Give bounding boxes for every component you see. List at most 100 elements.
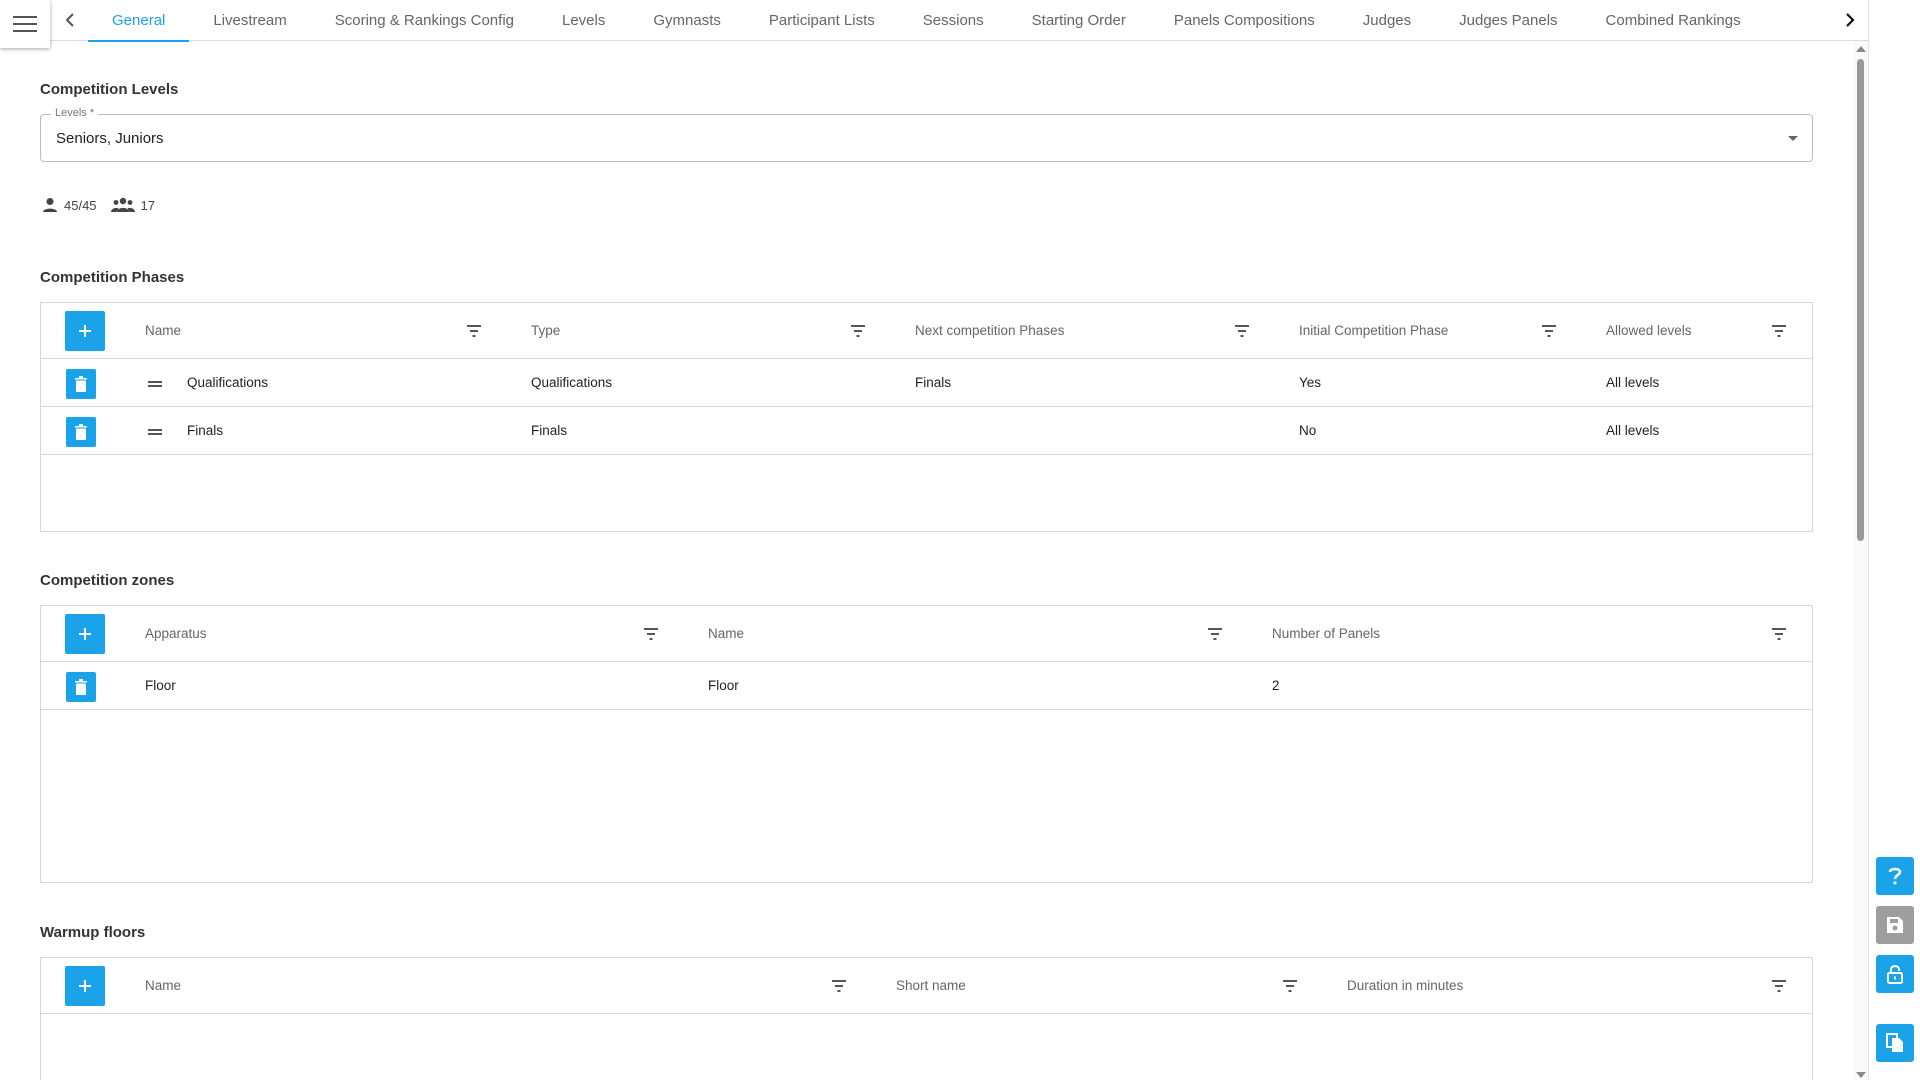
- column-header-apparatus[interactable]: Apparatus: [145, 626, 207, 641]
- copy-icon: [1886, 1033, 1903, 1052]
- competition-zones-title: Competition zones: [40, 572, 175, 589]
- person-icon: [43, 198, 57, 212]
- phase-initial-cell: No: [1299, 423, 1317, 438]
- team-count: 17: [110, 197, 156, 213]
- drag-handle-icon[interactable]: [148, 429, 162, 435]
- filter-icon[interactable]: [1772, 628, 1786, 640]
- drag-handle-icon[interactable]: [148, 381, 162, 387]
- competition-phases-title: Competition Phases: [40, 269, 185, 286]
- add-phase-button[interactable]: [65, 311, 105, 351]
- main-menu-button[interactable]: [0, 0, 50, 48]
- plus-icon: [79, 980, 91, 992]
- warmup-floors-table: Name Short name Duration in minutes: [40, 957, 1813, 1080]
- table-header: Name Type Next competition Phases Initia…: [41, 303, 1812, 359]
- participant-stats: 45/45 17: [42, 197, 169, 213]
- scroll-up-arrow-icon[interactable]: [1856, 46, 1866, 52]
- delete-phase-button[interactable]: [66, 369, 96, 399]
- zone-panels-cell: 2: [1272, 678, 1280, 693]
- column-header-allowed-levels[interactable]: Allowed levels: [1606, 323, 1692, 338]
- phase-initial-cell: Yes: [1299, 375, 1322, 390]
- levels-select[interactable]: Levels * Seniors, Juniors: [40, 107, 1813, 162]
- tabs-prev-button[interactable]: [55, 6, 85, 34]
- phase-levels-cell: All levels: [1606, 423, 1660, 438]
- tab-starting-order[interactable]: Starting Order: [1008, 0, 1150, 41]
- column-header-zone-name[interactable]: Name: [708, 626, 744, 641]
- unlock-icon: [1887, 965, 1903, 984]
- zone-apparatus-cell: Floor: [145, 678, 176, 693]
- help-button[interactable]: [1876, 857, 1914, 895]
- levels-select-label: Levels *: [51, 107, 99, 119]
- competition-phases-table: Name Type Next competition Phases Initia…: [40, 302, 1813, 532]
- add-warmup-floor-button[interactable]: [65, 966, 105, 1006]
- warmup-floors-title: Warmup floors: [40, 924, 146, 941]
- delete-zone-button[interactable]: [66, 672, 96, 702]
- trash-icon: [75, 679, 87, 695]
- column-header-name[interactable]: Name: [145, 323, 181, 338]
- phase-next-cell: Finals: [915, 375, 952, 390]
- column-header-next-phases[interactable]: Next competition Phases: [915, 323, 1064, 338]
- tab-scoring-rankings-config[interactable]: Scoring & Rankings Config: [311, 0, 538, 41]
- tab-levels[interactable]: Levels: [538, 0, 629, 41]
- scrollbar-thumb[interactable]: [1857, 59, 1864, 541]
- filter-icon[interactable]: [851, 325, 865, 337]
- column-header-type[interactable]: Type: [531, 323, 560, 338]
- column-header-initial-phase[interactable]: Initial Competition Phase: [1299, 323, 1448, 338]
- filter-icon[interactable]: [1283, 980, 1297, 992]
- column-header-floor-name[interactable]: Name: [145, 978, 181, 993]
- tab-judges[interactable]: Judges: [1339, 0, 1435, 41]
- levels-select-value: Seniors, Juniors: [56, 130, 164, 147]
- group-icon: [110, 197, 135, 212]
- phase-levels-cell: All levels: [1606, 375, 1660, 390]
- zone-name-cell: Floor: [708, 678, 739, 693]
- plus-icon: [79, 325, 91, 337]
- phase-name-cell: Qualifications: [187, 375, 269, 390]
- table-row: Finals Finals No All levels: [41, 407, 1812, 455]
- team-count-value: 17: [140, 197, 156, 213]
- filter-icon[interactable]: [1235, 325, 1249, 337]
- delete-phase-button[interactable]: [66, 417, 96, 447]
- tab-sessions[interactable]: Sessions: [899, 0, 1008, 41]
- trash-icon: [75, 424, 87, 440]
- tab-general[interactable]: General: [88, 0, 190, 42]
- column-header-short-name[interactable]: Short name: [896, 978, 966, 993]
- tab-gymnasts[interactable]: Gymnasts: [629, 0, 745, 41]
- tab-livestream[interactable]: Livestream: [189, 0, 310, 41]
- chevron-right-icon: [1846, 13, 1855, 27]
- tab-panels-compositions[interactable]: Panels Compositions: [1150, 0, 1339, 41]
- table-header: Apparatus Name Number of Panels: [41, 606, 1812, 662]
- filter-icon[interactable]: [1772, 980, 1786, 992]
- tabs-next-button[interactable]: [1835, 6, 1865, 34]
- save-button[interactable]: [1876, 906, 1914, 944]
- filter-icon[interactable]: [467, 325, 481, 337]
- add-zone-button[interactable]: [65, 614, 105, 654]
- copy-button[interactable]: [1876, 1024, 1914, 1062]
- dropdown-caret-icon[interactable]: [1788, 136, 1798, 141]
- gymnast-count: 45/45: [42, 197, 97, 213]
- filter-icon[interactable]: [644, 628, 658, 640]
- column-header-duration[interactable]: Duration in minutes: [1347, 978, 1463, 993]
- filter-icon[interactable]: [1542, 325, 1556, 337]
- tab-combined-rankings[interactable]: Combined Rankings: [1582, 0, 1765, 41]
- table-row: Qualifications Qualifications Finals Yes…: [41, 359, 1812, 407]
- help-icon: [1888, 867, 1902, 885]
- hamburger-menu-icon: [13, 16, 37, 32]
- phase-type-cell: Qualifications: [531, 375, 613, 390]
- scroll-down-arrow-icon[interactable]: [1856, 1072, 1866, 1078]
- column-header-number-of-panels[interactable]: Number of Panels: [1272, 626, 1380, 641]
- table-row: Floor Floor 2: [41, 662, 1812, 710]
- app-page: General Livestream Scoring & Rankings Co…: [0, 0, 1920, 1080]
- vertical-scrollbar[interactable]: [1853, 41, 1868, 1080]
- competition-zones-table: Apparatus Name Number of Panels Floor Fl…: [40, 605, 1813, 883]
- filter-icon[interactable]: [832, 980, 846, 992]
- trash-icon: [75, 376, 87, 392]
- right-panel-divider: [1868, 0, 1869, 1080]
- table-header: Name Short name Duration in minutes: [41, 958, 1812, 1014]
- unlock-button[interactable]: [1876, 955, 1914, 993]
- tab-participant-lists[interactable]: Participant Lists: [745, 0, 899, 41]
- filter-icon[interactable]: [1772, 325, 1786, 337]
- save-icon: [1887, 917, 1903, 933]
- tab-strip: General Livestream Scoring & Rankings Co…: [88, 0, 1765, 42]
- filter-icon[interactable]: [1208, 628, 1222, 640]
- tab-judges-panels[interactable]: Judges Panels: [1435, 0, 1581, 41]
- plus-icon: [79, 628, 91, 640]
